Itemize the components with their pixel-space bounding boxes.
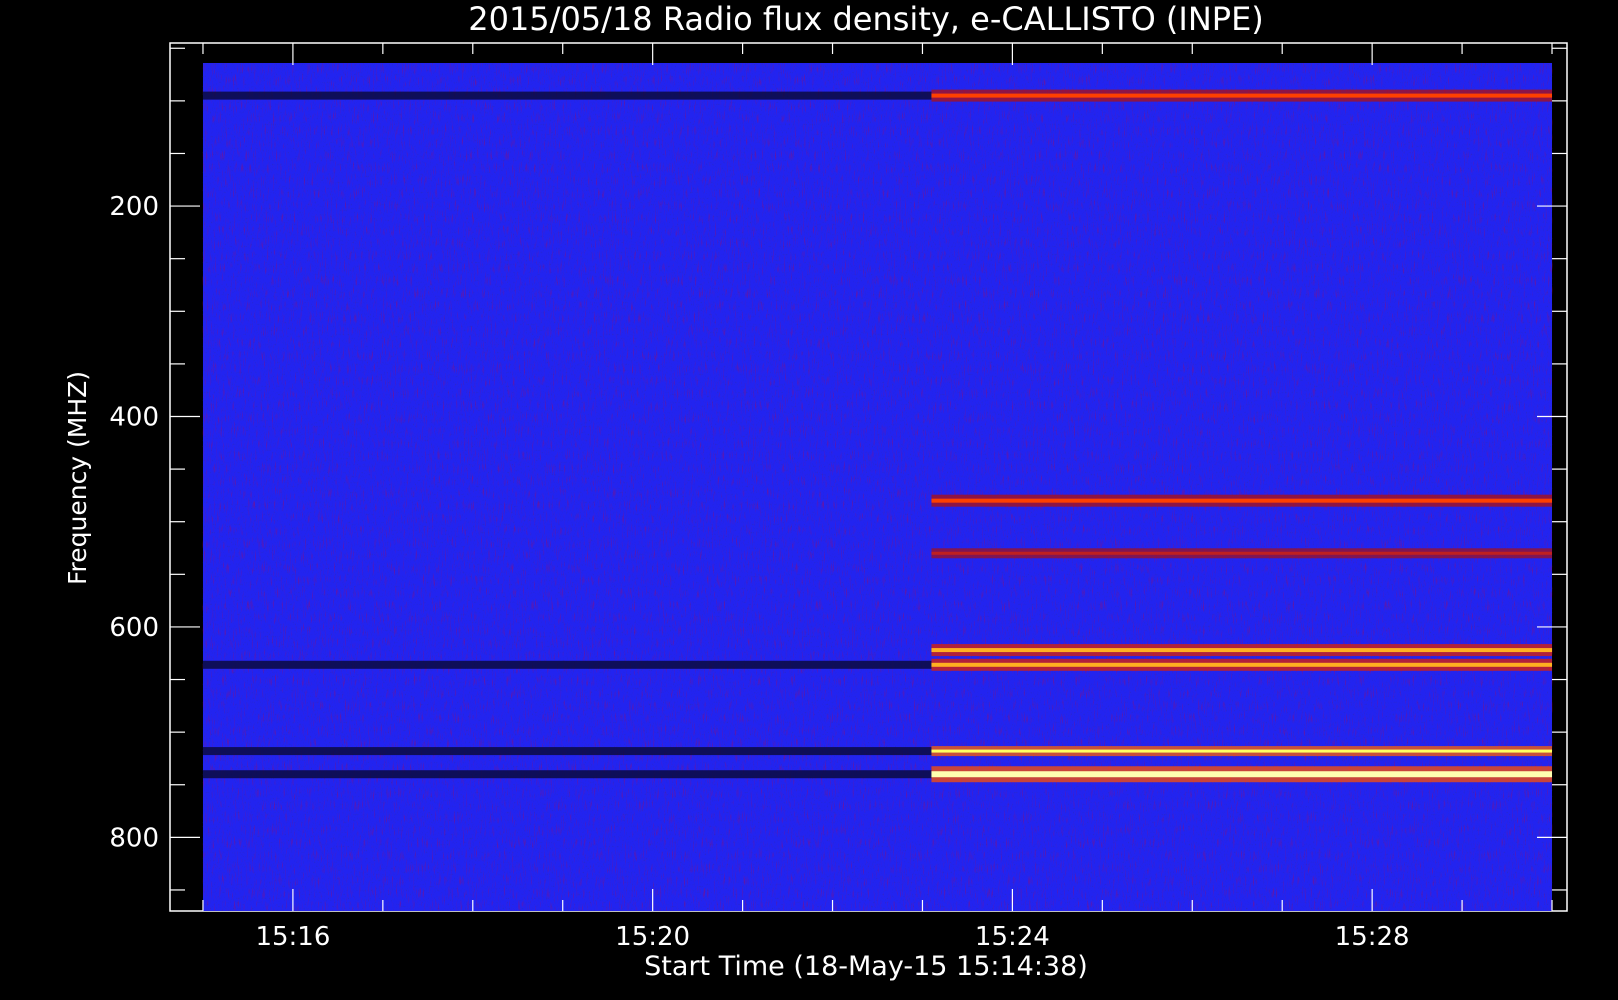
emission-band-core [931, 648, 1553, 653]
chart-title: 2015/05/18 Radio flux density, e-CALLIST… [468, 0, 1264, 38]
x-axis-label: Start Time (18-May-15 15:14:38) [644, 951, 1088, 982]
emission-band-core [931, 662, 1553, 667]
absorption-band [202, 660, 932, 669]
y-axis-label: Frequency (MHZ) [63, 371, 92, 585]
absorption-band [202, 770, 932, 779]
emission-band-core [931, 498, 1553, 503]
emission-band-core [931, 771, 1553, 778]
emission-band-core [931, 93, 1553, 98]
y-tick-label: 600 [109, 613, 159, 643]
x-tick-label: 15:28 [1335, 922, 1410, 952]
x-tick-label: 15:24 [975, 922, 1050, 952]
spectrogram-image [202, 63, 1553, 911]
emission-band-core [931, 551, 1553, 555]
y-tick-label: 400 [109, 403, 159, 433]
emission-band-core [931, 749, 1553, 753]
y-tick-label: 800 [109, 823, 159, 853]
x-tick-label: 15:20 [615, 922, 690, 952]
y-tick-label: 200 [109, 192, 159, 222]
absorption-band [202, 747, 932, 756]
spectrogram-noise-dark [202, 63, 1553, 911]
x-tick-label: 15:16 [255, 922, 330, 952]
spectrogram-chart: 2015/05/18 Radio flux density, e-CALLIST… [63, 0, 1568, 982]
absorption-band [202, 91, 932, 100]
